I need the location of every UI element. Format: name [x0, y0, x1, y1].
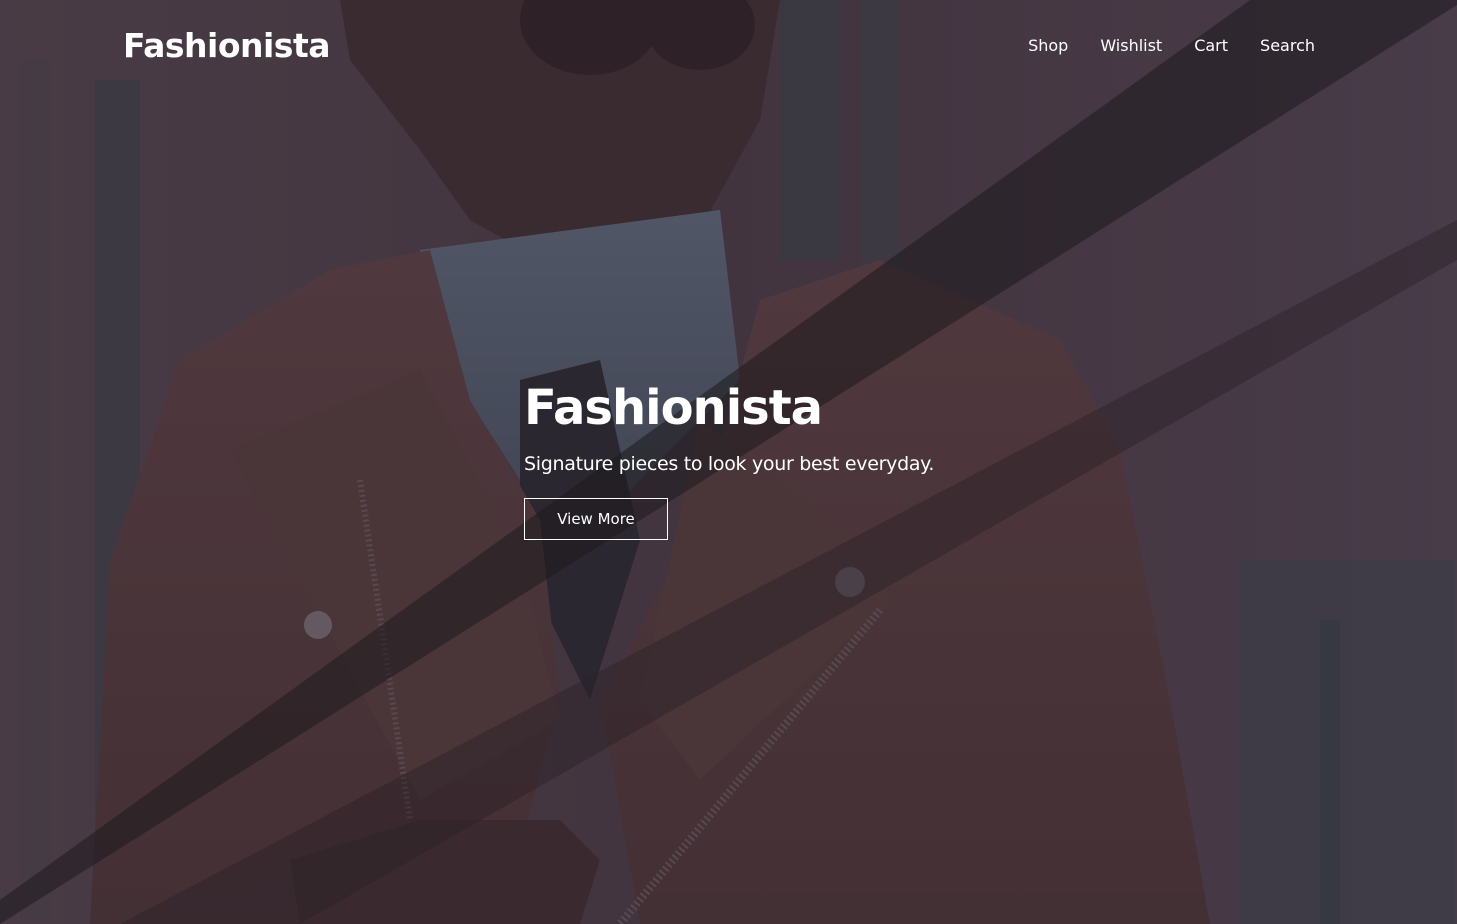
brand-logo[interactable]: Fashionista	[123, 26, 331, 66]
hero-content: Fashionista Signature pieces to look you…	[524, 378, 1084, 540]
hero-section: Fashionista Shop Wishlist Cart Search Fa…	[0, 0, 1457, 924]
hero-subtitle: Signature pieces to look your best every…	[524, 453, 935, 475]
hero-title: Fashionista	[524, 380, 823, 436]
site-header: Fashionista Shop Wishlist Cart Search	[0, 0, 1457, 90]
nav-item-cart[interactable]: Cart	[1194, 36, 1228, 56]
nav-item-search[interactable]: Search	[1260, 36, 1315, 56]
view-more-button[interactable]: View More	[524, 498, 668, 540]
nav-item-shop[interactable]: Shop	[1028, 36, 1068, 56]
main-nav: Shop Wishlist Cart Search	[996, 36, 1315, 56]
nav-item-wishlist[interactable]: Wishlist	[1100, 36, 1162, 56]
